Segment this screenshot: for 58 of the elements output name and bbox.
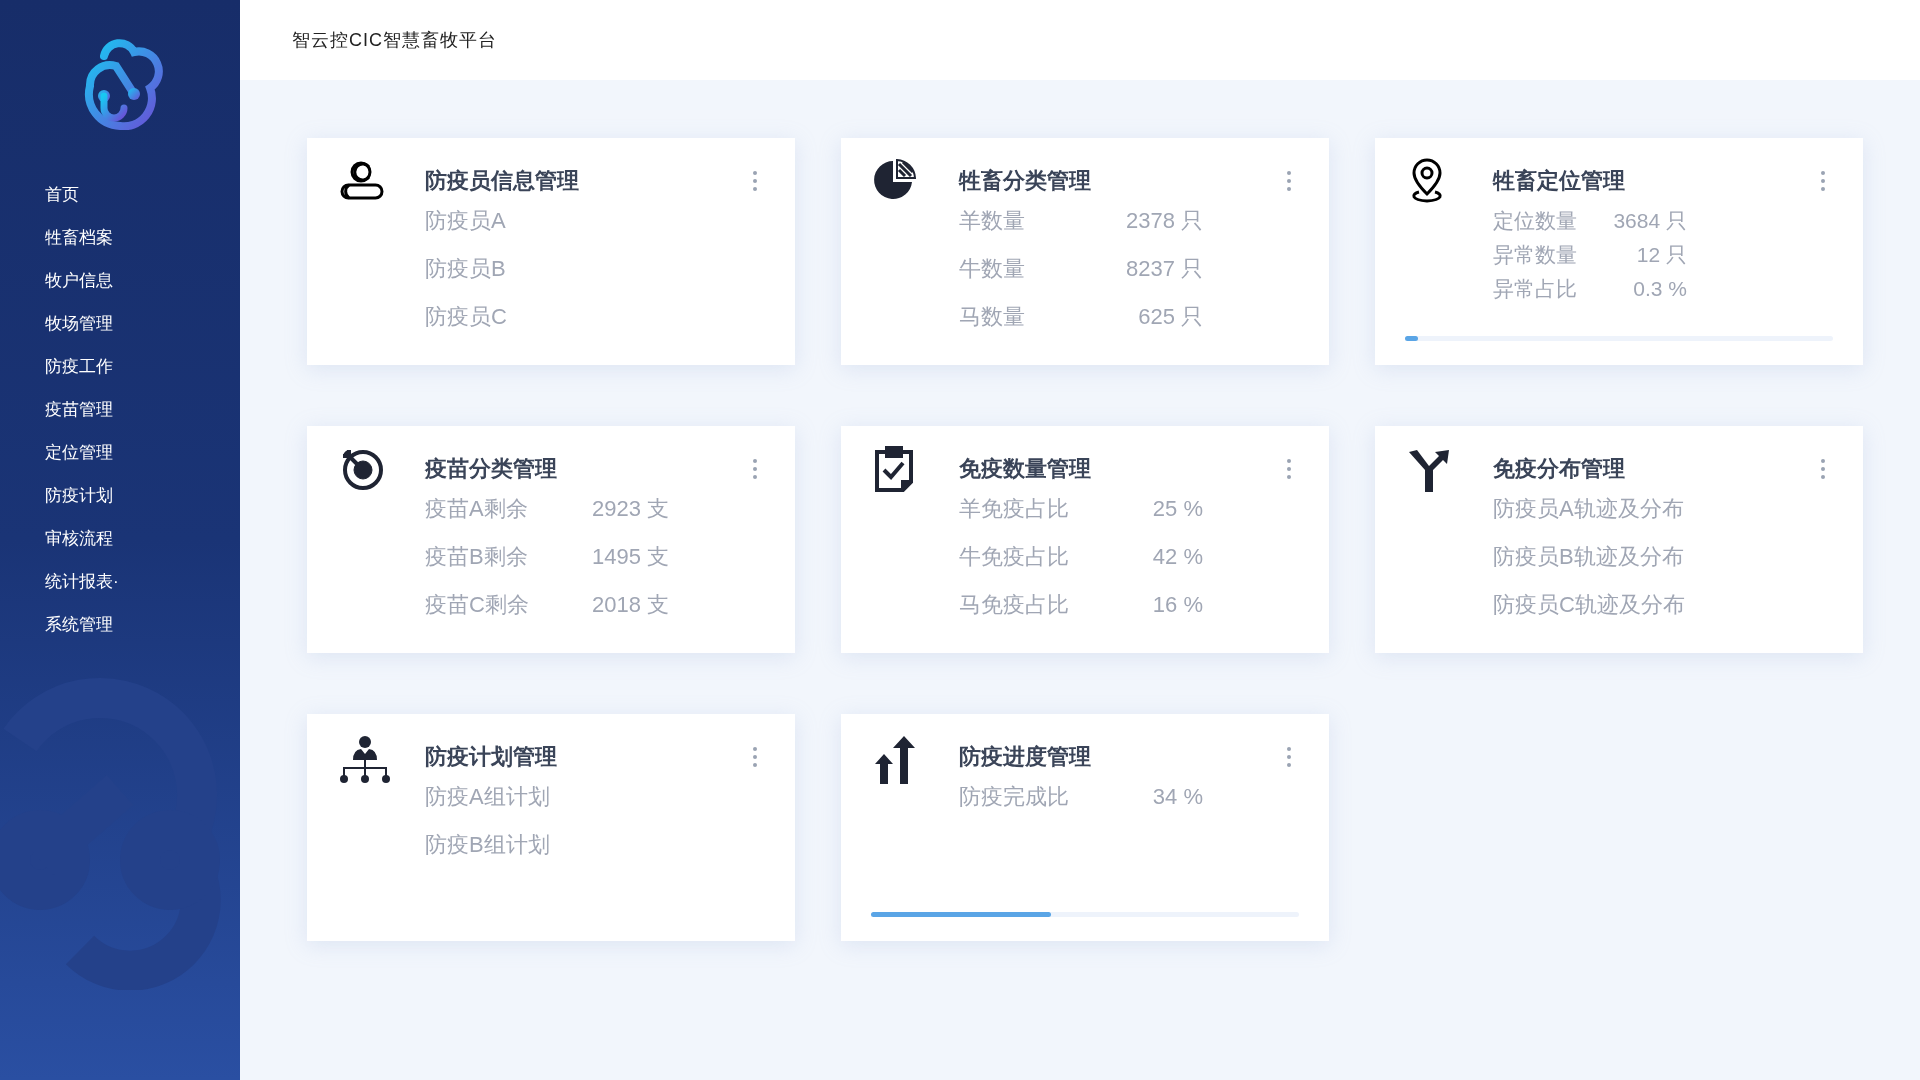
nav-item[interactable]: 牲畜档案 <box>45 224 240 252</box>
card-title: 牲畜定位管理 <box>1493 167 1626 195</box>
row-label: 牛数量 <box>959 255 1026 283</box>
clipboard-check-icon <box>873 446 915 494</box>
row-label: 疫苗B剩余 <box>425 543 529 571</box>
row-label: 防疫员C轨迹及分布 <box>1493 591 1685 619</box>
nav-item[interactable]: 牧户信息 <box>45 267 240 295</box>
row-value: 16 % <box>1151 591 1204 619</box>
row-label: 异常占比 <box>1493 276 1578 302</box>
row-label: 防疫A组计划 <box>425 783 550 811</box>
row-label: 马免疫占比 <box>959 591 1070 619</box>
row-value: 12 只 <box>1635 242 1688 268</box>
nav-item[interactable]: 牧场管理 <box>45 310 240 338</box>
card-title: 疫苗分类管理 <box>425 455 558 483</box>
org-chart-icon <box>339 734 391 786</box>
card-title: 防疫计划管理 <box>425 743 558 771</box>
nav-item[interactable]: 系统管理 <box>45 611 240 639</box>
row-label: 防疫员C <box>425 303 507 331</box>
row-label: 防疫员A轨迹及分布 <box>1493 495 1684 523</box>
row-label: 定位数量 <box>1493 208 1578 234</box>
row-value: 2378 只 <box>1124 207 1204 235</box>
row-value: 3684 只 <box>1612 208 1688 234</box>
row-value: 8237 只 <box>1124 255 1204 283</box>
row-label: 防疫员B轨迹及分布 <box>1493 543 1684 571</box>
row-label: 牛免疫占比 <box>959 543 1070 571</box>
card-title: 防疫员信息管理 <box>425 167 580 195</box>
card-title: 防疫进度管理 <box>959 743 1092 771</box>
card-title: 免疫数量管理 <box>959 455 1092 483</box>
nav-item[interactable]: 定位管理 <box>45 439 240 467</box>
nav-item[interactable]: 防疫工作 <box>45 353 240 381</box>
two-arrows-up-icon <box>873 734 917 786</box>
row-label: 防疫完成比 <box>959 783 1070 811</box>
nav-item[interactable]: 防疫计划 <box>45 482 240 510</box>
row-value: 42 % <box>1151 543 1204 571</box>
row-label: 羊数量 <box>959 207 1026 235</box>
nav-item[interactable]: 审核流程 <box>45 525 240 553</box>
row-label: 疫苗C剩余 <box>425 591 530 619</box>
pie-chart-icon <box>873 158 917 202</box>
row-value: 25 % <box>1151 495 1204 523</box>
row-value: 625 只 <box>1137 303 1204 331</box>
row-value: 2018 支 <box>590 591 670 619</box>
card-title: 牲畜分类管理 <box>959 167 1092 195</box>
row-label: 异常数量 <box>1493 242 1578 268</box>
card-title: 免疫分布管理 <box>1493 455 1626 483</box>
row-label: 马数量 <box>959 303 1026 331</box>
row-label: 防疫员A <box>425 207 506 235</box>
nav-item[interactable]: 统计报表· <box>45 568 240 596</box>
page-title: 智云控CIC智慧畜牧平台 <box>292 28 497 52</box>
row-label: 疫苗A剩余 <box>425 495 529 523</box>
row-value: 2923 支 <box>590 495 670 523</box>
row-value: 1495 支 <box>590 543 670 571</box>
nav-item[interactable]: 首页 <box>45 181 240 209</box>
row-value: 34 % <box>1151 783 1204 811</box>
row-value: 0.3 % <box>1632 276 1688 302</box>
row-label: 防疫员B <box>425 255 506 283</box>
row-label: 羊免疫占比 <box>959 495 1070 523</box>
row-label: 防疫B组计划 <box>425 831 550 859</box>
nav-item[interactable]: 疫苗管理 <box>45 396 240 424</box>
